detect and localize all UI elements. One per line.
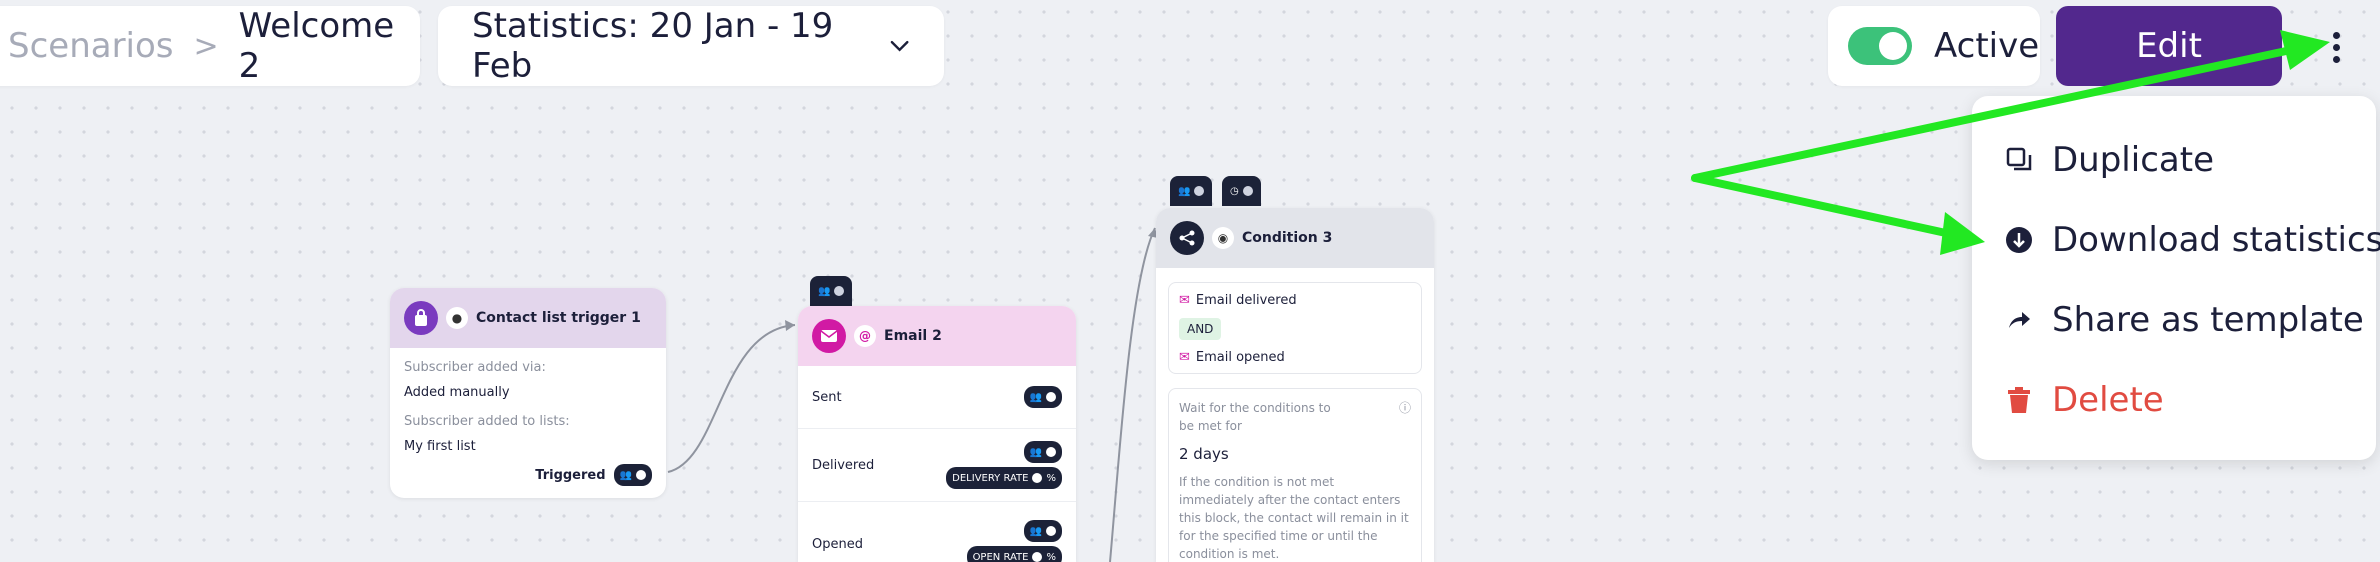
email-stat-row: Opened 👥 OPEN RATE% <box>798 502 1076 562</box>
condition-1: Email delivered <box>1195 293 1297 308</box>
branch-icon <box>1170 221 1204 255</box>
wait-box: Wait for the conditions to be met for ⓘ … <box>1168 388 1422 562</box>
node-header: ● Contact list trigger 1 <box>390 288 666 348</box>
node-header: @ Email 2 <box>798 306 1076 366</box>
node-title: Email 2 <box>884 328 942 344</box>
stat-count-badge: 👥 <box>1023 441 1062 463</box>
condition-icon: ◉ <box>1212 227 1234 249</box>
condition-stats-chip: 👥 <box>1170 176 1213 206</box>
email-node[interactable]: @ Email 2 Sent 👥 Delivered 👥 DELIVERY RA… <box>798 306 1076 562</box>
open-envelope-icon: ✉ <box>1179 350 1190 365</box>
condition-node[interactable]: ◉ Condition 3 ✉ Email delivered AND ✉ Em… <box>1156 208 1434 562</box>
operator-badge: AND <box>1179 318 1222 340</box>
wait-label: Wait for the conditions to be met for <box>1179 401 1331 433</box>
node-title: Contact list trigger 1 <box>476 310 641 326</box>
added-via-value: Added manually <box>404 385 510 400</box>
users-icon: 👥 <box>1029 525 1042 537</box>
node-title: Condition 3 <box>1242 230 1333 246</box>
delivery-rate-badge: DELIVERY RATE% <box>946 467 1062 489</box>
clock-icon: ◷ <box>1230 185 1239 197</box>
wait-value: 2 days <box>1179 445 1229 463</box>
node-header: ◉ Condition 3 <box>1156 208 1434 268</box>
added-via-label: Subscriber added via: <box>404 360 546 375</box>
envelope-icon <box>812 319 846 353</box>
condition-2: Email opened <box>1195 350 1285 365</box>
email-stat-row: Delivered 👥 DELIVERY RATE% <box>798 429 1076 502</box>
user-icon: ● <box>446 307 468 329</box>
stat-count-badge: 👥 <box>1023 520 1062 542</box>
info-icon[interactable]: ⓘ <box>1399 399 1411 435</box>
at-sign-icon: @ <box>854 325 876 347</box>
contact-list-icon <box>404 301 438 335</box>
contact-list-trigger-node[interactable]: ● Contact list trigger 1 Subscriber adde… <box>390 288 666 498</box>
users-icon: 👥 <box>1029 391 1042 403</box>
lists-value: My first list <box>404 439 476 454</box>
stat-label: Delivered <box>812 457 875 473</box>
stat-label: Opened <box>812 536 863 552</box>
condition-box: ✉ Email delivered AND ✉ Email opened <box>1168 282 1422 374</box>
users-icon: 👥 <box>619 469 632 481</box>
stat-label: Sent <box>812 389 842 405</box>
email-stat-row: Sent 👥 <box>798 366 1076 429</box>
condition-timer-chip: ◷ <box>1222 176 1261 206</box>
users-icon: 👥 <box>1029 446 1042 458</box>
stat-count-badge: 👥 <box>1023 386 1062 408</box>
users-icon: 👥 <box>1178 185 1191 197</box>
triggered-count-badge: 👥 <box>613 464 652 486</box>
wait-note: If the condition is not met immediately … <box>1179 475 1409 561</box>
lists-label: Subscriber added to lists: <box>404 414 570 429</box>
email-stats-chip: 👥 <box>810 276 853 306</box>
envelope-icon: ✉ <box>1179 293 1190 308</box>
open-rate-badge: OPEN RATE% <box>966 546 1062 562</box>
triggered-label: Triggered <box>535 467 606 483</box>
users-icon: 👥 <box>818 285 831 297</box>
